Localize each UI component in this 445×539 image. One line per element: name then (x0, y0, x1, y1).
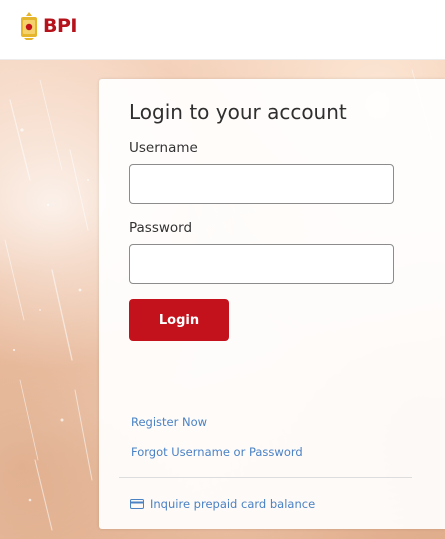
password-label: Password (129, 220, 193, 236)
top-header: BPI (0, 0, 445, 60)
login-button[interactable]: Login (129, 299, 229, 341)
brand-name: BPI (43, 14, 77, 37)
bpi-logo[interactable]: BPI (19, 10, 77, 42)
forgot-credentials-link[interactable]: Forgot Username or Password (131, 445, 303, 459)
prepaid-balance-link[interactable]: Inquire prepaid card balance (130, 497, 315, 511)
card-divider (119, 477, 412, 478)
login-card: Login to your account Username Password … (99, 79, 445, 529)
username-label: Username (129, 140, 198, 156)
register-now-link[interactable]: Register Now (131, 415, 207, 429)
prepaid-balance-label: Inquire prepaid card balance (150, 497, 316, 511)
bpi-crest-icon (21, 12, 37, 40)
password-input[interactable] (129, 244, 394, 284)
username-input[interactable] (129, 164, 394, 204)
credit-card-icon (130, 499, 144, 509)
login-title: Login to your account (129, 100, 347, 124)
